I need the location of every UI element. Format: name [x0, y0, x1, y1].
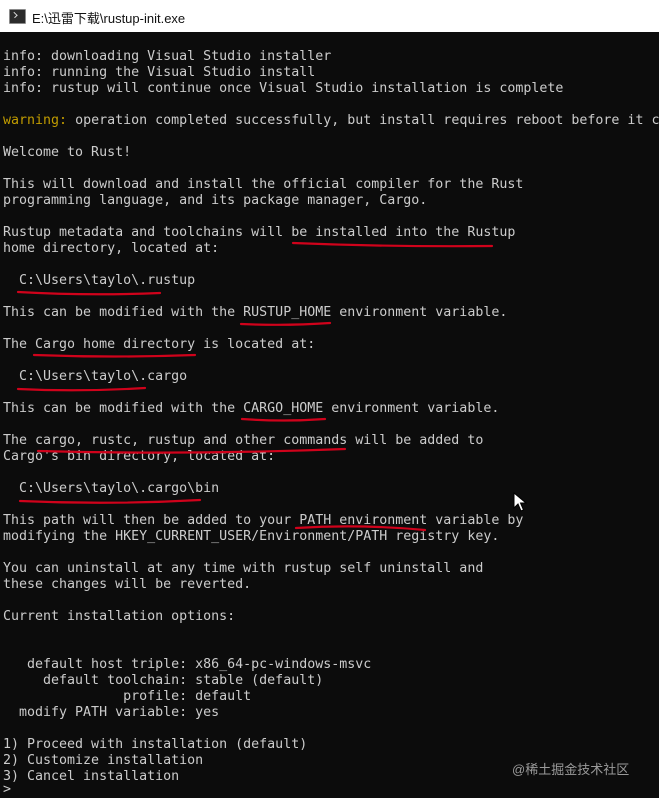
- console-line: default toolchain: stable (default): [3, 673, 324, 688]
- console-app-icon: [9, 9, 26, 24]
- warning-line: warning: operation completed successfull…: [3, 113, 659, 129]
- input-prompt[interactable]: >: [3, 782, 11, 798]
- console-line: info: downloading Visual Studio installe…: [3, 49, 332, 64]
- console-window: E:\迅雷下载\rustup-init.exe info: downloadin…: [0, 0, 659, 798]
- console-line: profile: default: [3, 689, 252, 704]
- menu-option-proceed: 1) Proceed with installation (default): [3, 737, 308, 752]
- mouse-pointer-icon: [513, 492, 527, 512]
- warning-prefix: warning:: [3, 113, 68, 128]
- console-line: info: rustup will continue once Visual S…: [3, 81, 564, 96]
- watermark: @稀土掘金技术社区: [512, 762, 630, 777]
- console-line: Current installation options:: [3, 609, 236, 624]
- console-line: home directory, located at:: [3, 241, 220, 256]
- console-line: Cargo's bin directory, located at:: [3, 449, 276, 464]
- console-line: This can be modified with the RUSTUP_HOM…: [3, 305, 508, 320]
- console-line: The Cargo home directory is located at:: [3, 337, 316, 352]
- console-line: This can be modified with the CARGO_HOME…: [3, 401, 500, 416]
- console-line: info: running the Visual Studio install: [3, 65, 316, 80]
- title-bar[interactable]: E:\迅雷下载\rustup-init.exe: [0, 0, 659, 33]
- console-line: C:\Users\taylo\.cargo\bin: [3, 481, 220, 496]
- console-line: You can uninstall at any time with rustu…: [3, 561, 484, 576]
- console-line: modifying the HKEY_CURRENT_USER/Environm…: [3, 529, 500, 544]
- console-line: Rustup metadata and toolchains will be i…: [3, 225, 516, 240]
- console-line: programming language, and its package ma…: [3, 193, 428, 208]
- console-line: This path will then be added to your PAT…: [3, 513, 524, 528]
- console-line: This will download and install the offic…: [3, 177, 524, 192]
- console-line: Welcome to Rust!: [3, 145, 132, 160]
- menu-option-cancel: 3) Cancel installation: [3, 769, 180, 784]
- menu-option-customize: 2) Customize installation: [3, 753, 204, 768]
- console-line: these changes will be reverted.: [3, 577, 252, 592]
- warning-message: operation completed successfully, but in…: [75, 113, 659, 128]
- console-line: C:\Users\taylo\.cargo: [3, 369, 188, 384]
- console-line: The cargo, rustc, rustup and other comma…: [3, 433, 484, 448]
- window-title: E:\迅雷下载\rustup-init.exe: [32, 11, 186, 26]
- console-line: C:\Users\taylo\.rustup: [3, 273, 196, 288]
- console-line: default host triple: x86_64-pc-windows-m…: [3, 657, 372, 672]
- console-line: modify PATH variable: yes: [3, 705, 220, 720]
